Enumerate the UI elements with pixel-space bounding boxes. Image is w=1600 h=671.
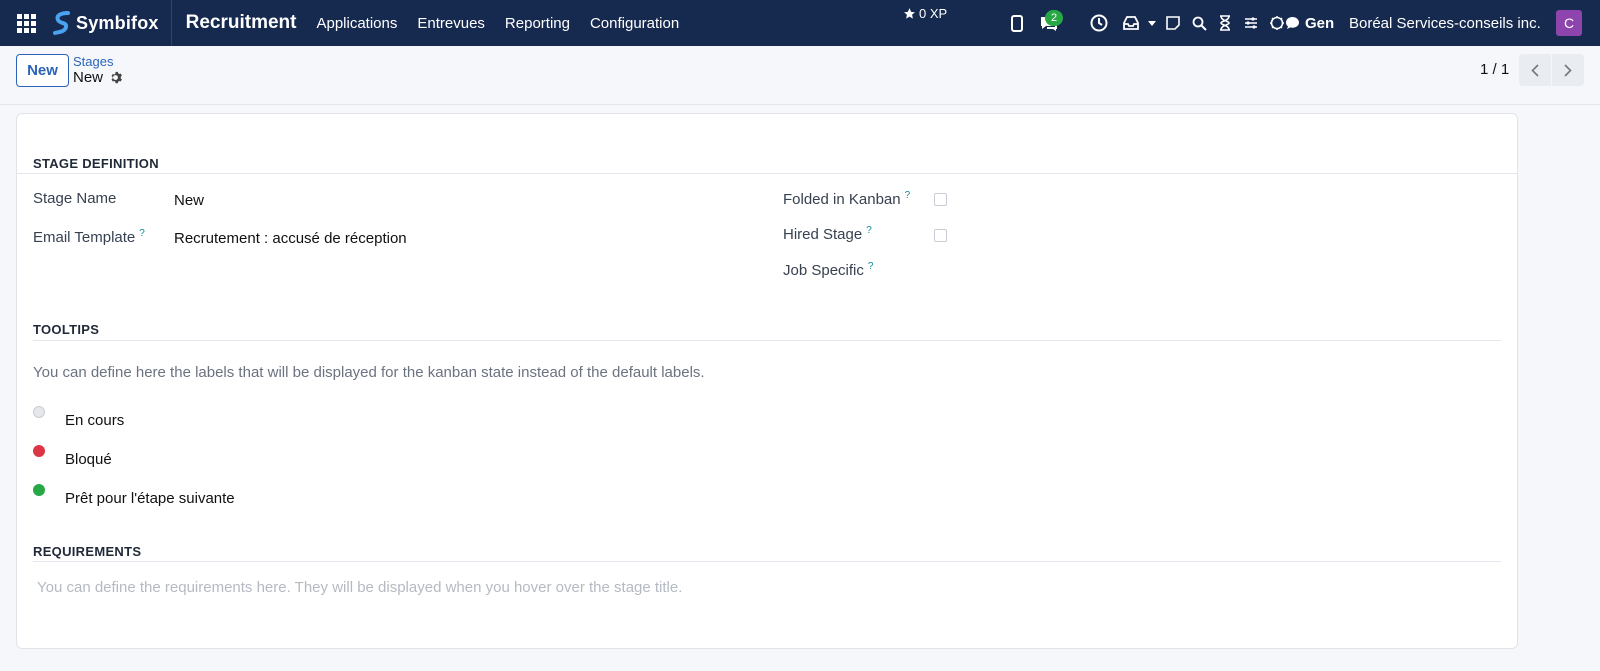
requirements-field[interactable]: You can define the requirements here. Th… (37, 579, 682, 596)
hired-stage-label: Hired Stage? (783, 225, 872, 243)
clock-icon[interactable] (1087, 0, 1111, 46)
email-template-label-text: Email Template (33, 229, 136, 246)
new-button[interactable]: New (16, 54, 69, 87)
hired-stage-checkbox[interactable] (934, 229, 947, 242)
speech-bubble-icon (1286, 17, 1299, 29)
form-sheet: STAGE DEFINITION Stage Name New Email Te… (16, 113, 1518, 649)
folded-in-kanban-label-text: Folded in Kanban (783, 191, 901, 208)
chevron-left-icon (1531, 63, 1539, 77)
state-label-pret[interactable]: Prêt pour l'étape suivante (65, 490, 235, 507)
company-switcher[interactable]: Boréal Services-conseils inc. (1349, 0, 1541, 46)
mobile-icon[interactable] (1005, 0, 1029, 46)
pager-next-button[interactable] (1552, 54, 1584, 86)
state-dot-pret[interactable] (33, 484, 45, 496)
menu-configuration[interactable]: Configuration (590, 15, 679, 32)
systray: 2 (1005, 0, 1291, 46)
email-template-field[interactable]: Recrutement : accusé de réception (174, 230, 407, 247)
section-divider (33, 561, 1501, 562)
menu-reporting[interactable]: Reporting (505, 15, 570, 32)
folded-in-kanban-label: Folded in Kanban? (783, 190, 910, 208)
help-icon[interactable]: ? (866, 225, 872, 236)
breadcrumb-current: New (73, 69, 122, 86)
state-label-bloque[interactable]: Bloqué (65, 451, 112, 468)
email-template-label: Email Template? (33, 228, 145, 246)
pager-value[interactable]: 1 / 1 (1480, 61, 1509, 78)
folded-in-kanban-checkbox[interactable] (934, 193, 947, 206)
breadcrumb-stages[interactable]: Stages (73, 54, 113, 69)
state-dot-bloque[interactable] (33, 445, 45, 457)
inbox-icon[interactable] (1119, 0, 1143, 46)
job-specific-label-text: Job Specific (783, 262, 864, 279)
gen-label: Gen (1305, 14, 1335, 32)
state-label-en-cours[interactable]: En cours (65, 412, 124, 429)
pager-previous-button[interactable] (1519, 54, 1551, 86)
sliders-icon[interactable] (1239, 0, 1263, 46)
tooltips-description: You can define here the labels that will… (33, 364, 705, 381)
top-navbar: Symbifox Recruitment Applications Entrev… (0, 0, 1600, 46)
chevron-right-icon (1564, 63, 1572, 77)
help-icon[interactable]: ? (868, 261, 874, 272)
section-title-stage-definition: STAGE DEFINITION (33, 156, 159, 171)
section-title-requirements: REQUIREMENTS (33, 544, 142, 559)
menu-applications[interactable]: Applications (316, 15, 397, 32)
xp-value: 0 XP (919, 6, 948, 21)
user-avatar[interactable]: C (1556, 10, 1582, 36)
brand-name: Symbifox (76, 12, 159, 33)
gear-icon[interactable] (109, 71, 122, 84)
stage-name-label: Stage Name (33, 190, 117, 207)
symbifox-logo-icon (53, 11, 70, 35)
app-title[interactable]: Recruitment (186, 12, 297, 34)
hired-stage-label-text: Hired Stage (783, 226, 863, 243)
section-divider (33, 340, 1501, 341)
star-icon (904, 8, 915, 19)
help-icon[interactable]: ? (905, 190, 911, 201)
messages-badge: 2 (1045, 10, 1064, 26)
control-panel: New Stages New 1 / 1 (0, 46, 1600, 105)
section-divider (17, 173, 1517, 174)
breadcrumb-current-label: New (73, 69, 104, 86)
help-icon[interactable]: ? (139, 228, 145, 239)
job-specific-label: Job Specific? (783, 261, 873, 279)
app-grid-icon[interactable] (0, 0, 52, 46)
brand[interactable]: Symbifox (52, 0, 172, 46)
caret-down-icon[interactable] (1145, 0, 1159, 46)
note-icon[interactable] (1161, 0, 1185, 46)
xp-indicator[interactable]: 0 XP (903, 6, 947, 21)
menu-entrevues[interactable]: Entrevues (417, 15, 485, 32)
state-dot-en-cours[interactable] (33, 406, 45, 418)
stage-name-field[interactable]: New (174, 192, 204, 209)
gen-assistant[interactable]: Gen (1285, 0, 1334, 46)
section-title-tooltips: TOOLTIPS (33, 322, 100, 337)
search-icon[interactable] (1187, 0, 1211, 46)
hourglass-icon[interactable] (1213, 0, 1237, 46)
